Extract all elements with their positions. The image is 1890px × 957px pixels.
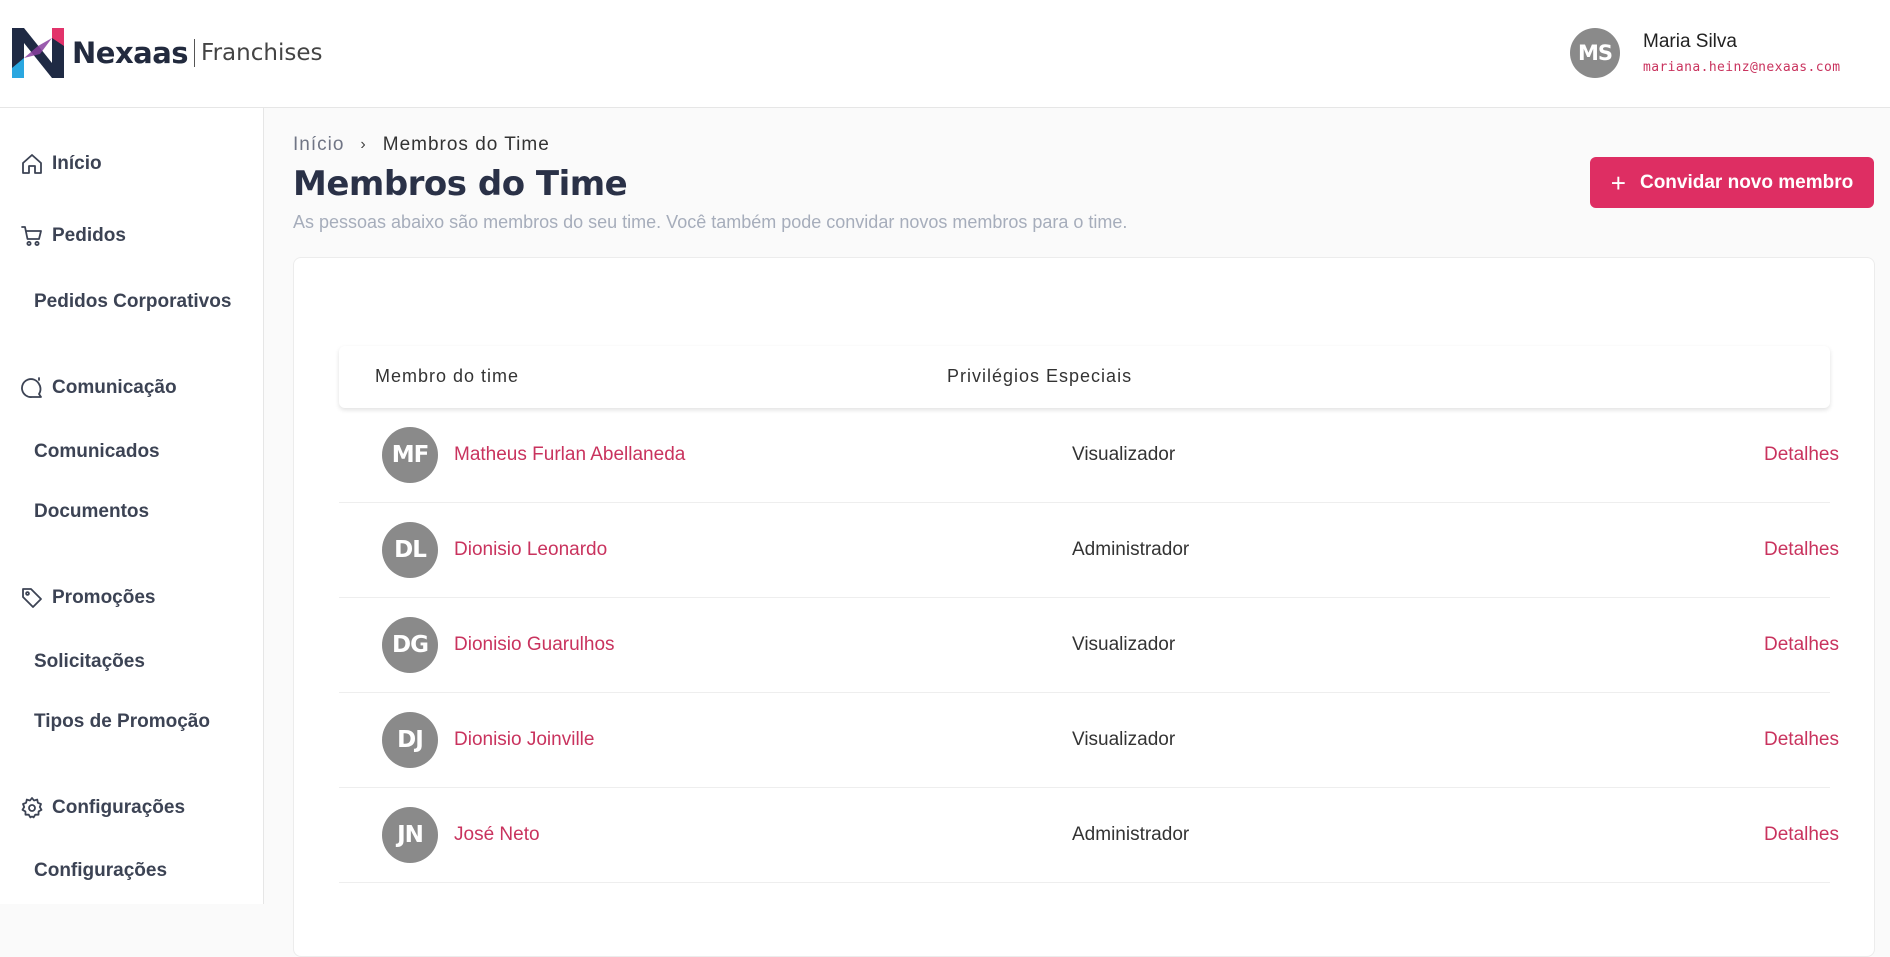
member-name-link[interactable]: Dionisio Guarulhos — [454, 634, 615, 656]
table-row: DJ Dionisio Joinville Visualizador Detal… — [339, 693, 1839, 788]
sidebar-item-documentos[interactable]: Documentos — [34, 501, 149, 523]
member-avatar: MF — [382, 427, 438, 483]
table-row: DG Dionisio Guarulhos Visualizador Detal… — [339, 598, 1839, 693]
home-icon — [22, 154, 42, 174]
member-role: Visualizador — [1072, 729, 1176, 750]
member-name-link[interactable]: Dionisio Leonardo — [454, 539, 607, 561]
user-menu[interactable]: MS Maria Silva mariana.heinz@nexaas.com — [1570, 28, 1840, 78]
member-role: Administrador — [1072, 539, 1190, 560]
details-link[interactable]: Detalhes — [1764, 539, 1839, 561]
table-row: DL Dionisio Leonardo Administrador Detal… — [339, 503, 1839, 598]
page-title: Membros do Time — [293, 164, 628, 204]
member-role: Visualizador — [1072, 444, 1176, 465]
breadcrumb-home[interactable]: Início — [293, 134, 344, 156]
details-link[interactable]: Detalhes — [1764, 444, 1839, 466]
sidebar-item-label: Pedidos — [52, 225, 126, 246]
member-name-link[interactable]: José Neto — [454, 824, 540, 846]
details-link[interactable]: Detalhes — [1764, 824, 1839, 846]
user-avatar[interactable]: MS — [1570, 28, 1620, 78]
brand-name: Nexaas — [72, 36, 189, 70]
details-link[interactable]: Detalhes — [1764, 634, 1839, 656]
sidebar-item-pedidos-corporativos[interactable]: Pedidos Corporativos — [34, 291, 231, 313]
gear-icon — [21, 797, 43, 819]
breadcrumb-current: Membros do Time — [382, 134, 550, 155]
sidebar-item-configuracoes[interactable]: Configurações — [20, 796, 185, 820]
user-info: Maria Silva mariana.heinz@nexaas.com — [1643, 31, 1840, 75]
sidebar-item-configuracoes-sub[interactable]: Configurações — [34, 860, 167, 882]
sidebar-item-label: Comunicação — [52, 377, 177, 398]
member-role: Visualizador — [1072, 634, 1176, 655]
sidebar-item-promocoes[interactable]: Promoções — [20, 586, 155, 610]
details-link[interactable]: Detalhes — [1764, 729, 1839, 751]
breadcrumb: Início › Membros do Time — [293, 134, 550, 156]
top-bar: Nexaas Franchises MS Maria Silva mariana… — [0, 0, 1890, 108]
nexaas-logo-icon — [12, 28, 64, 78]
sidebar-item-pedidos[interactable]: Pedidos — [20, 224, 126, 248]
invite-member-button[interactable]: + Convidar novo membro — [1590, 157, 1874, 208]
user-name: Maria Silva — [1643, 31, 1737, 52]
member-name-link[interactable]: Matheus Furlan Abellaneda — [454, 444, 685, 466]
member-avatar: DJ — [382, 712, 438, 768]
member-role: Administrador — [1072, 824, 1190, 845]
member-avatar: JN — [382, 807, 438, 863]
sidebar-item-solicitacoes[interactable]: Solicitações — [34, 651, 145, 673]
sidebar-item-comunicacao[interactable]: Comunicação — [20, 376, 177, 400]
members-card: Membro do time Privilégios Especiais MF … — [293, 257, 1875, 957]
cart-icon — [21, 226, 42, 246]
tag-icon — [22, 588, 42, 608]
member-name-link[interactable]: Dionisio Joinville — [454, 729, 594, 751]
sidebar-item-label: Configurações — [52, 797, 186, 818]
main-content: Início › Membros do Time Membros do Time… — [264, 108, 1890, 957]
table-row: JN José Neto Administrador Detalhes — [339, 788, 1839, 883]
sidebar-item-inicio[interactable]: Início — [20, 152, 102, 176]
logo[interactable]: Nexaas Franchises — [10, 24, 322, 82]
table-header: Membro do time Privilégios Especiais — [339, 346, 1830, 408]
brand-subtitle: Franchises — [201, 40, 323, 66]
table-row: MF Matheus Furlan Abellaneda Visualizado… — [339, 408, 1839, 503]
sidebar-item-label: Promoções — [52, 587, 156, 608]
sidebar-item-label: Início — [52, 153, 102, 174]
member-avatar: DL — [382, 522, 438, 578]
sidebar-item-tipos-de-promocao[interactable]: Tipos de Promoção — [34, 711, 210, 733]
invite-member-label: Convidar novo membro — [1639, 171, 1854, 193]
plus-icon: + — [1610, 167, 1626, 198]
column-header-member: Membro do time — [375, 366, 520, 386]
user-email: mariana.heinz@nexaas.com — [1643, 60, 1841, 75]
brand-divider — [194, 39, 196, 67]
column-header-privileges: Privilégios Especiais — [947, 366, 1133, 386]
member-avatar: DG — [382, 617, 438, 673]
sidebar-item-comunicados[interactable]: Comunicados — [34, 441, 160, 463]
chat-icon — [21, 377, 42, 398]
page-description: As pessoas abaixo são membros do seu tim… — [293, 212, 1128, 232]
sidebar: Início Pedidos Pedidos Corporativos Comu… — [0, 108, 264, 904]
chevron-right-icon: › — [360, 136, 367, 153]
